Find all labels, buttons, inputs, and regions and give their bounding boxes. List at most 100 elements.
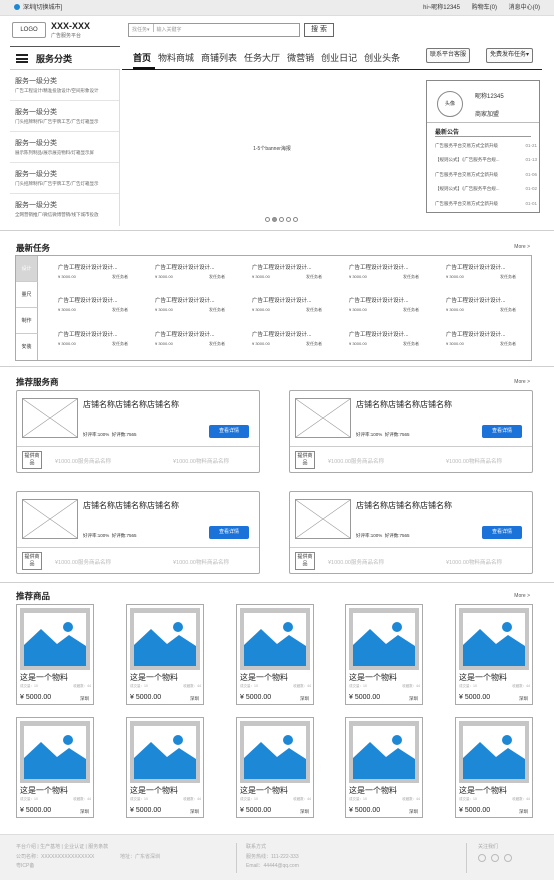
tab-design[interactable]: 设计 bbox=[16, 256, 38, 282]
carousel-dot[interactable] bbox=[279, 217, 284, 222]
tab-measure[interactable]: 量尺 bbox=[16, 282, 38, 308]
user-greeting[interactable]: hi~昵称12345 bbox=[423, 5, 460, 11]
task-item[interactable]: 广告工程设计设计设计... ¥ 3000.00 发任务者 bbox=[349, 330, 419, 347]
view-details-button[interactable]: 查看详情 bbox=[209, 526, 249, 539]
product-name[interactable]: 这是一个物料 bbox=[240, 672, 288, 683]
material-goods-link[interactable]: ¥1000.00物料商品名称 bbox=[446, 558, 502, 566]
product-card[interactable]: 这是一个物料 成交量：10 收藏数：44 ¥ 5000.00 深圳 bbox=[16, 604, 94, 705]
sidebar-category[interactable]: 服务一级分类 门头招牌制作/广告字牌工艺/广告灯箱显示 bbox=[10, 163, 119, 194]
nav-tasks[interactable]: 任务大厅 bbox=[244, 53, 280, 63]
task-item[interactable]: 广告工程设计设计设计... ¥ 3000.00 发任务者 bbox=[252, 330, 322, 347]
nav-startup-news[interactable]: 创业头条 bbox=[364, 53, 400, 63]
notice-item[interactable]: 广告服务平台交易方式全新升级 01-21 bbox=[435, 143, 537, 151]
product-name[interactable]: 这是一个物料 bbox=[349, 672, 397, 683]
avatar[interactable]: 头像 bbox=[437, 91, 463, 117]
category-bar[interactable]: 服务分类 bbox=[10, 46, 120, 70]
product-name[interactable]: 这是一个物料 bbox=[459, 672, 507, 683]
sidebar-category[interactable]: 服务一级分类 展示陈列制品/展示展览物料/灯箱显示屏 bbox=[10, 132, 119, 163]
shops-more-link[interactable]: More > bbox=[514, 379, 530, 385]
notice-item[interactable]: 广告服务平台交易方式全新升级 01-06 bbox=[435, 172, 537, 180]
task-item[interactable]: 广告工程设计设计设计... ¥ 3000.00 发任务者 bbox=[155, 330, 225, 347]
goods-more-link[interactable]: More > bbox=[514, 593, 530, 599]
contact-service-button[interactable]: 联系平台客服 bbox=[426, 48, 471, 63]
product-card[interactable]: 这是一个物料 成交量：10 收藏数：44 ¥ 5000.00 深圳 bbox=[455, 604, 533, 705]
task-item[interactable]: 广告工程设计设计设计... ¥ 3000.00 发任务者 bbox=[349, 263, 419, 280]
material-goods-link[interactable]: ¥1000.00物料商品名称 bbox=[173, 457, 229, 465]
banner-carousel[interactable]: 1-5个banner海报 bbox=[122, 72, 422, 222]
carousel-dot[interactable] bbox=[286, 217, 291, 222]
shop-card[interactable]: 店铺名称店铺名称店铺名称 好评率:100% 好评数:7565 查看详情 提供商品 ¥10… bbox=[16, 390, 260, 473]
service-goods-link[interactable]: ¥1000.00服务商品名称 bbox=[55, 457, 111, 465]
sidebar-category[interactable]: 服务一级分类 全网营销推广/微信微博营销/线下城市投放 bbox=[10, 194, 119, 225]
product-card[interactable]: 这是一个物料 成交量：10 收藏数：44 ¥ 5000.00 深圳 bbox=[16, 717, 94, 818]
shop-name[interactable]: 店铺名称店铺名称店铺名称 bbox=[83, 500, 179, 511]
product-card[interactable]: 这是一个物料 成交量：10 收藏数：44 ¥ 5000.00 深圳 bbox=[345, 717, 423, 818]
product-name[interactable]: 这是一个物料 bbox=[459, 785, 507, 796]
service-goods-link[interactable]: ¥1000.00服务商品名称 bbox=[328, 558, 384, 566]
product-card[interactable]: 这是一个物料 成交量：10 收藏数：44 ¥ 5000.00 深圳 bbox=[236, 717, 314, 818]
carousel-dot[interactable] bbox=[272, 217, 277, 222]
shop-name[interactable]: 店铺名称店铺名称店铺名称 bbox=[356, 399, 452, 410]
task-item[interactable]: 广告工程设计设计设计... ¥ 3000.00 发任务者 bbox=[446, 330, 516, 347]
notice-item[interactable]: 【规则公式】《广告服务平台规... 01-13 bbox=[435, 157, 537, 165]
material-goods-link[interactable]: ¥1000.00物料商品名称 bbox=[173, 558, 229, 566]
product-card[interactable]: 这是一个物料 成交量：10 收藏数：44 ¥ 5000.00 深圳 bbox=[455, 717, 533, 818]
shop-card[interactable]: 店铺名称店铺名称店铺名称 好评率:100% 好评数:7565 查看详情 提供商品 ¥10… bbox=[289, 491, 533, 574]
publish-task-button[interactable]: 免费发布任务▾ bbox=[486, 48, 534, 63]
product-name[interactable]: 这是一个物料 bbox=[20, 672, 68, 683]
view-details-button[interactable]: 查看详情 bbox=[209, 425, 249, 438]
nav-startup-diary[interactable]: 创业日记 bbox=[321, 53, 357, 63]
notice-item[interactable]: 【规则公式】《广告服务平台规... 01-02 bbox=[435, 186, 537, 194]
shop-card[interactable]: 店铺名称店铺名称店铺名称 好评率:100% 好评数:7565 查看详情 提供商品 ¥10… bbox=[16, 491, 260, 574]
shop-name[interactable]: 店铺名称店铺名称店铺名称 bbox=[356, 500, 452, 511]
social-icon[interactable] bbox=[478, 854, 486, 862]
footer-links[interactable]: 平台介绍 | 生产基地 | 企业认证 | 服务条款 bbox=[16, 843, 108, 850]
carousel-dot[interactable] bbox=[293, 217, 298, 222]
product-name[interactable]: 这是一个物料 bbox=[20, 785, 68, 796]
product-card[interactable]: 这是一个物料 成交量：10 收藏数：44 ¥ 5000.00 深圳 bbox=[126, 717, 204, 818]
product-name[interactable]: 这是一个物料 bbox=[130, 785, 178, 796]
task-item[interactable]: 广告工程设计设计设计... ¥ 3000.00 发任务者 bbox=[349, 296, 419, 313]
task-item[interactable]: 广告工程设计设计设计... ¥ 3000.00 发任务者 bbox=[252, 296, 322, 313]
product-card[interactable]: 这是一个物料 成交量：10 收藏数：44 ¥ 5000.00 深圳 bbox=[236, 604, 314, 705]
messages-link[interactable]: 消息中心(0) bbox=[509, 5, 540, 11]
search-button[interactable]: 搜 索 bbox=[304, 23, 334, 37]
service-goods-link[interactable]: ¥1000.00服务商品名称 bbox=[55, 558, 111, 566]
sidebar-category[interactable]: 服务一级分类 门头招牌制作/广告字牌工艺/广告灯箱显示 bbox=[10, 101, 119, 132]
product-card[interactable]: 这是一个物料 成交量：10 收藏数：44 ¥ 5000.00 深圳 bbox=[126, 604, 204, 705]
search-input[interactable]: 找任务▾ 输入关键字 bbox=[128, 23, 300, 37]
task-item[interactable]: 广告工程设计设计设计... ¥ 3000.00 发任务者 bbox=[446, 296, 516, 313]
shop-card[interactable]: 店铺名称店铺名称店铺名称 好评率:100% 好评数:7565 查看详情 提供商品 ¥10… bbox=[289, 390, 533, 473]
nav-home[interactable]: 首页 bbox=[133, 53, 151, 63]
tab-install[interactable]: 安装 bbox=[16, 334, 38, 360]
notice-item[interactable]: 广告服务平台交易方式全新升级 01-01 bbox=[435, 201, 537, 209]
tab-make[interactable]: 制作 bbox=[16, 308, 38, 334]
social-icon[interactable] bbox=[504, 854, 512, 862]
product-name[interactable]: 这是一个物料 bbox=[240, 785, 288, 796]
task-item[interactable]: 广告工程设计设计设计... ¥ 3000.00 发任务者 bbox=[58, 296, 128, 313]
task-item[interactable]: 广告工程设计设计设计... ¥ 3000.00 发任务者 bbox=[58, 263, 128, 280]
logo[interactable]: LOGO bbox=[12, 22, 46, 38]
merchant-join-link[interactable]: 商家加盟 bbox=[475, 109, 499, 118]
task-item[interactable]: 广告工程设计设计设计... ¥ 3000.00 发任务者 bbox=[58, 330, 128, 347]
nav-shops[interactable]: 商铺列表 bbox=[201, 53, 237, 63]
product-name[interactable]: 这是一个物料 bbox=[130, 672, 178, 683]
view-details-button[interactable]: 查看详情 bbox=[482, 425, 522, 438]
carousel-dot[interactable] bbox=[265, 217, 270, 222]
cart-link[interactable]: 购物车(0) bbox=[472, 5, 497, 11]
task-item[interactable]: 广告工程设计设计设计... ¥ 3000.00 发任务者 bbox=[155, 296, 225, 313]
nav-micro-marketing[interactable]: 微营销 bbox=[287, 53, 314, 63]
material-goods-link[interactable]: ¥1000.00物料商品名称 bbox=[446, 457, 502, 465]
sidebar-category[interactable]: 服务一级分类 广告工程设计/精准投放设计/空间形象设计 bbox=[10, 70, 119, 101]
shop-name[interactable]: 店铺名称店铺名称店铺名称 bbox=[83, 399, 179, 410]
social-icon[interactable] bbox=[491, 854, 499, 862]
product-name[interactable]: 这是一个物料 bbox=[349, 785, 397, 796]
search-type-select[interactable]: 找任务 bbox=[132, 27, 147, 33]
tasks-more-link[interactable]: More > bbox=[514, 244, 530, 250]
view-details-button[interactable]: 查看详情 bbox=[482, 526, 522, 539]
product-card[interactable]: 这是一个物料 成交量：10 收藏数：44 ¥ 5000.00 深圳 bbox=[345, 604, 423, 705]
task-item[interactable]: 广告工程设计设计设计... ¥ 3000.00 发任务者 bbox=[252, 263, 322, 280]
task-item[interactable]: 广告工程设计设计设计... ¥ 3000.00 发任务者 bbox=[446, 263, 516, 280]
city-switcher[interactable]: 深圳[切换城市] bbox=[14, 0, 62, 16]
service-goods-link[interactable]: ¥1000.00服务商品名称 bbox=[328, 457, 384, 465]
